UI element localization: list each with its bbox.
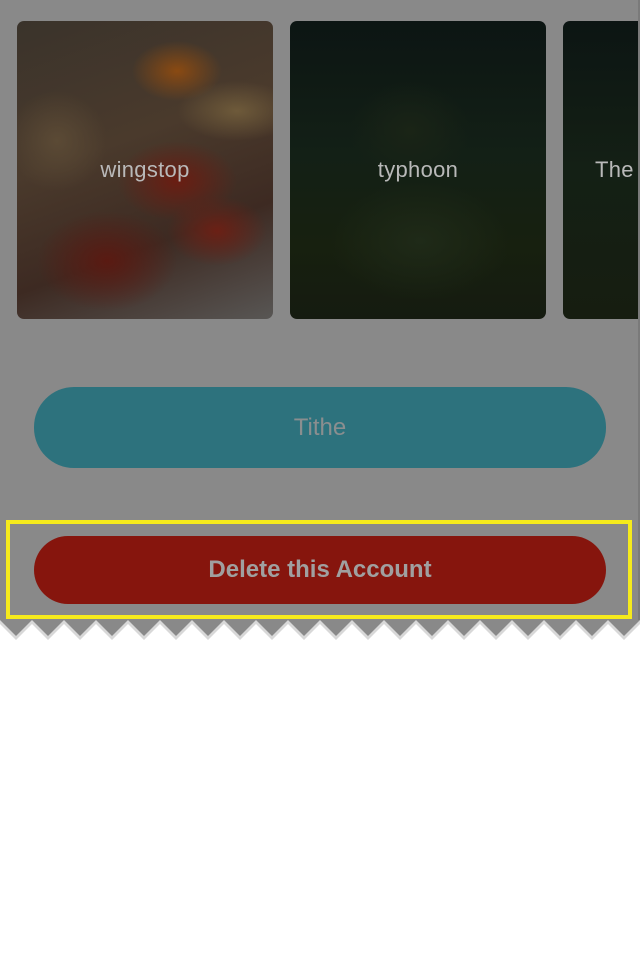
card-label: wingstop <box>100 157 190 182</box>
highlight-box <box>6 520 632 619</box>
card-wingstop[interactable]: wingstop <box>17 21 273 319</box>
tithe-button-label: Tithe <box>293 413 347 441</box>
tithe-button[interactable]: Tithe <box>34 387 606 468</box>
screen: wingstop typhoon The Tithe Delete this A… <box>0 0 640 960</box>
card-carousel[interactable]: wingstop typhoon The <box>17 21 640 319</box>
card-label: The <box>595 157 634 182</box>
card-typhoon[interactable]: typhoon <box>290 21 546 319</box>
card-label: typhoon <box>377 157 459 182</box>
card-partial[interactable]: The <box>563 21 640 319</box>
